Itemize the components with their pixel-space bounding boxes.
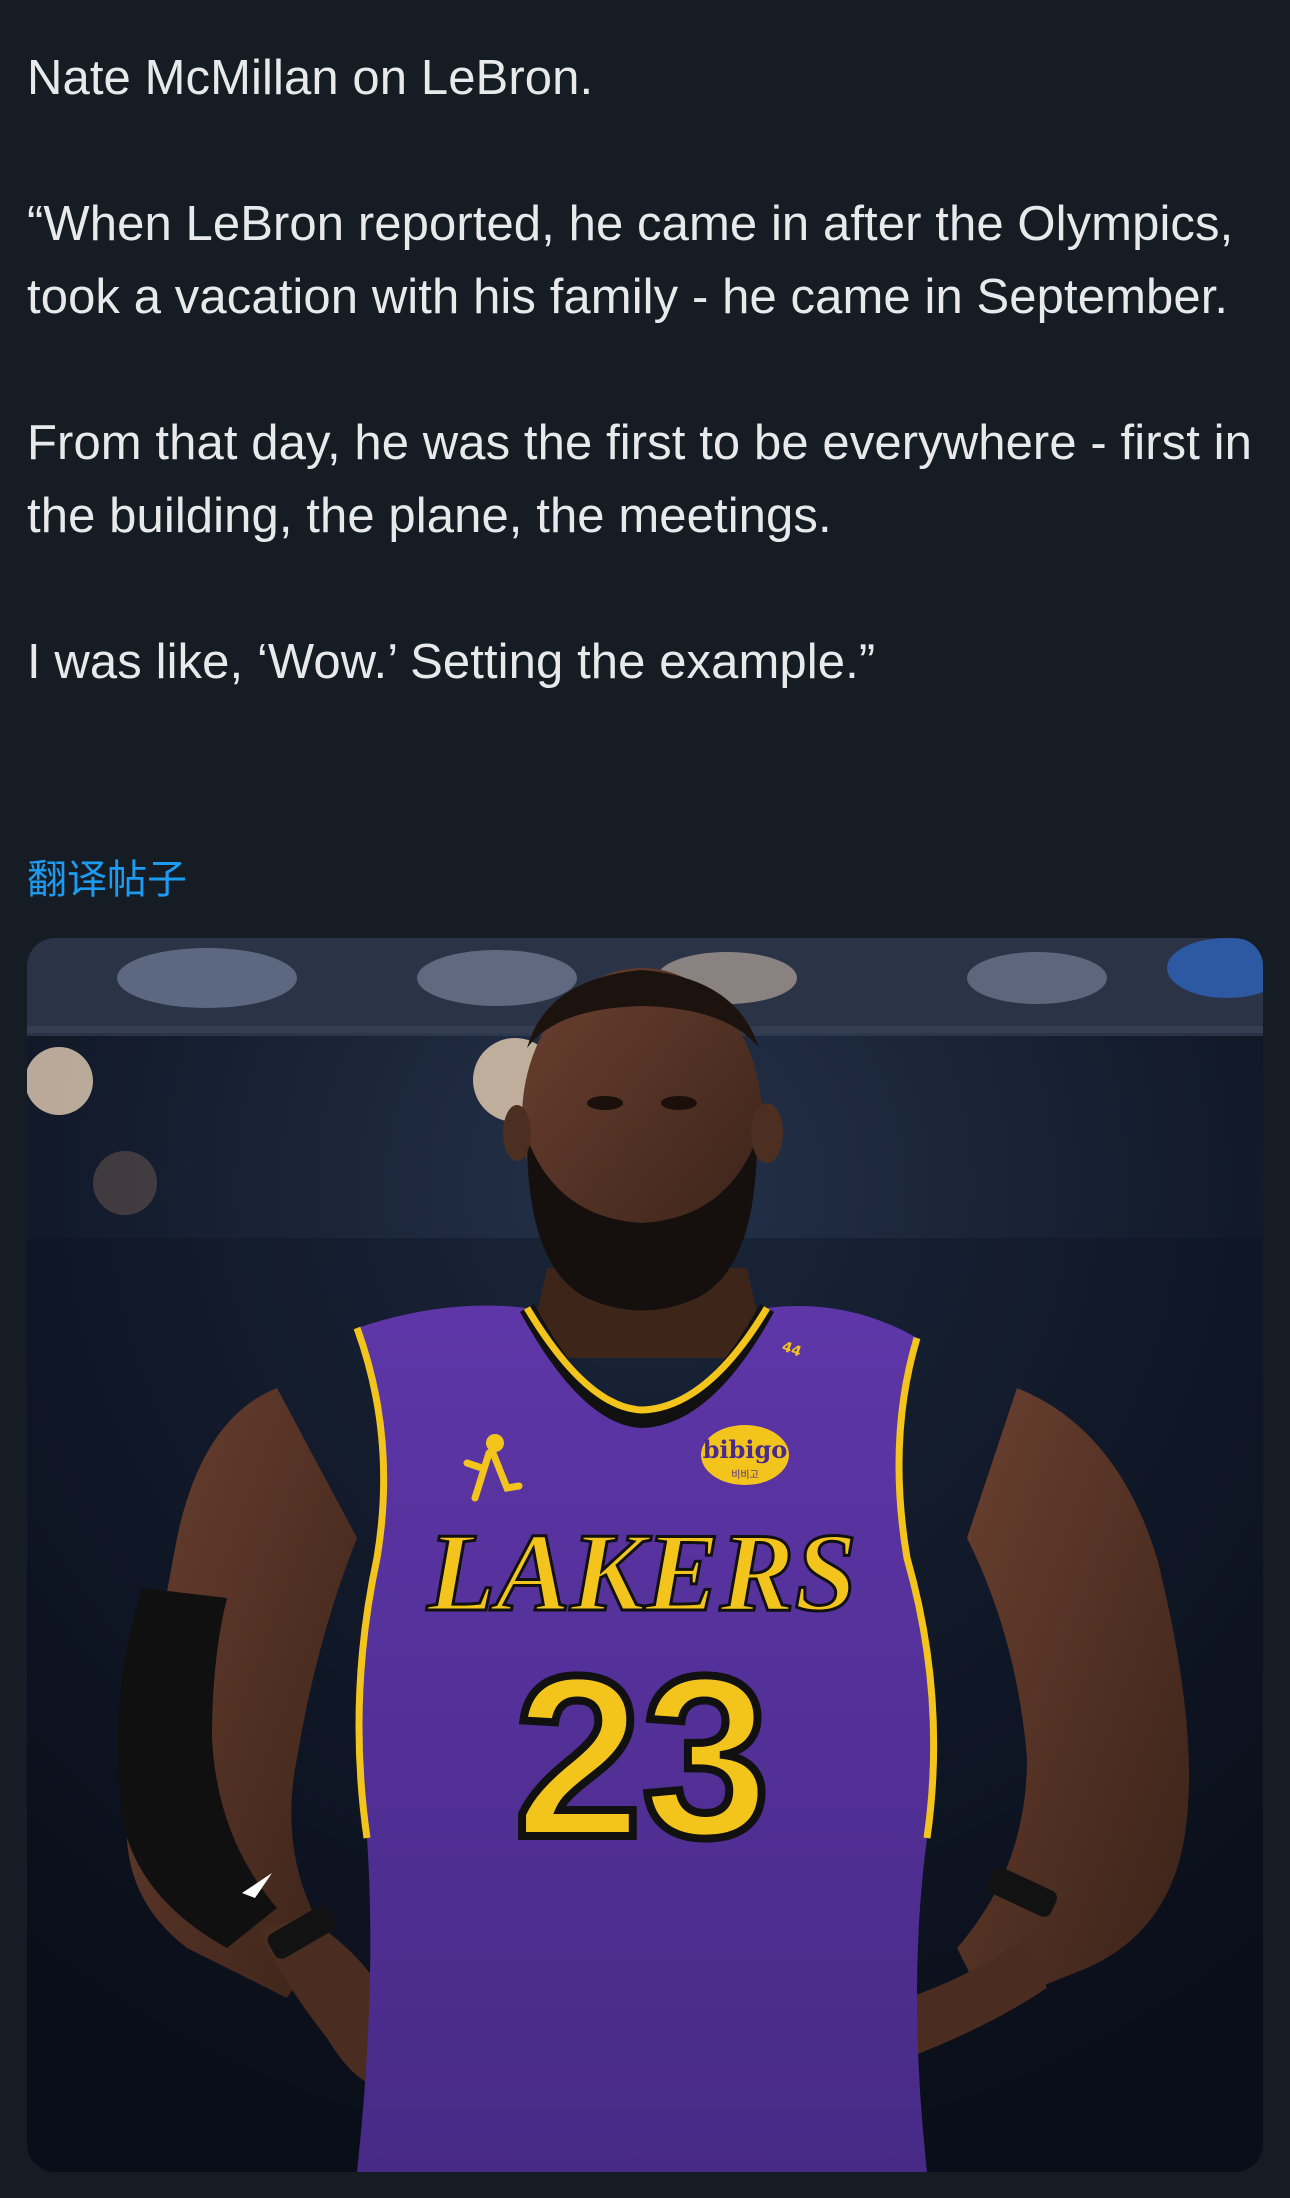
tweet-paragraph: From that day, he was the first to be ev… — [27, 416, 1253, 543]
jersey-team-name: LAKERS — [426, 1511, 857, 1635]
tweet-page: Nate McMillan on LeBron. “When LeBron re… — [0, 0, 1290, 2198]
tweet-paragraph: I was like, ‘Wow.’ Setting the example.” — [27, 635, 876, 689]
player-photo: bibigo 비비고 44 LAKERS 23 — [27, 938, 1263, 2172]
tweet-photo[interactable]: bibigo 비비고 44 LAKERS 23 — [27, 938, 1263, 2172]
sponsor-patch-text: bibigo — [703, 1435, 788, 1464]
jersey-number: 23 — [514, 1628, 770, 1885]
tweet-paragraph: “When LeBron reported, he came in after … — [27, 197, 1234, 324]
tweet-paragraph: Nate McMillan on LeBron. — [27, 51, 594, 105]
sponsor-patch-subtext: 비비고 — [731, 1469, 759, 1481]
tweet-body: Nate McMillan on LeBron. “When LeBron re… — [27, 42, 1267, 699]
translate-post-link[interactable]: 翻译帖子 — [27, 850, 187, 910]
